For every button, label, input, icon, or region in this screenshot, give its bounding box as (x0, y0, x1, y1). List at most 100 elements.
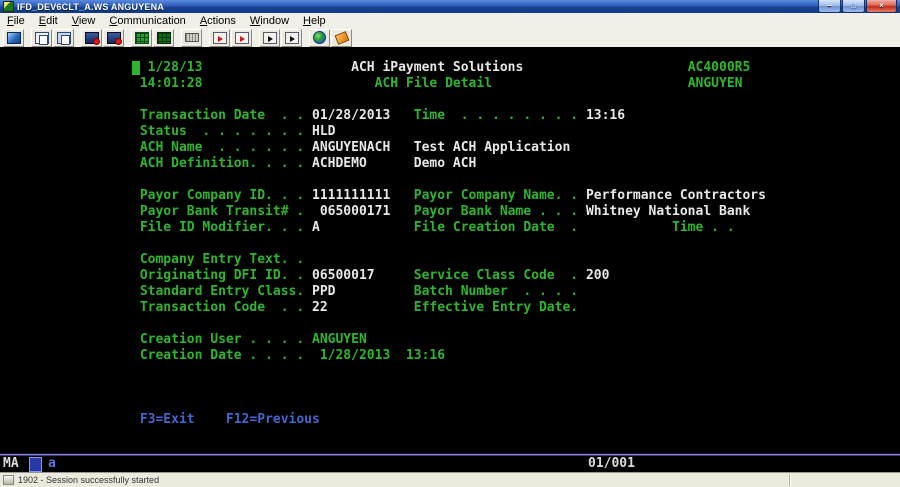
terminal-text: 22 (312, 300, 328, 316)
menu-communication[interactable]: Communication (102, 15, 192, 27)
terminal-text: Creation Date . . . . (140, 348, 304, 364)
maximize-button[interactable]: □ (842, 0, 865, 13)
window-controls: – □ × (817, 0, 897, 13)
terminal-text: Payor Bank Transit# . (140, 204, 304, 220)
terminal-row: Status . . . . . . . HLD (132, 124, 892, 140)
terminal-text: Time . . . . . . . . (414, 108, 578, 124)
menu-help[interactable]: Help (296, 15, 333, 27)
terminal-cursor (132, 61, 140, 75)
display-setup-icon (157, 32, 171, 44)
terminal-text: 1111111111 (312, 188, 390, 204)
terminal-text: F12=Previous (226, 412, 320, 428)
terminal-row: F3=Exit F12=Previous (132, 412, 892, 428)
status-message: 1902 - Session successfully started (18, 475, 159, 485)
terminal-text: Creation User . . . . (140, 332, 304, 348)
paste-button[interactable] (53, 29, 74, 47)
title-bar[interactable]: IFD_DEV6CLT_A.WS ANGUYENA – □ × (0, 0, 900, 13)
terminal-text: File ID Modifier. . . (140, 220, 304, 236)
terminal-text: F3=Exit (140, 412, 195, 428)
terminal-text: 14:01:28 (140, 76, 203, 92)
terminal-row: Transaction Code . . 22 Effective Entry Da… (132, 300, 892, 316)
terminal-text: Originating DFI ID. . (140, 268, 304, 284)
status-divider (789, 474, 790, 486)
terminal-text: Transaction Code . . (140, 300, 304, 316)
minimize-icon: – (827, 2, 831, 10)
highlighter-icon (334, 31, 349, 45)
terminal-text: HLD (312, 124, 335, 140)
terminal-text: File Creation Date . (414, 220, 578, 236)
terminal-text: AC4000R5 (688, 60, 751, 76)
terminal-text: ACH iPayment Solutions (351, 60, 523, 76)
receive-file-button[interactable] (103, 29, 124, 47)
oia-cursor-position: 01/001 (588, 456, 635, 472)
terminal-row: ACH Name . . . . . . ANGUYENACH Test ACH A… (132, 140, 892, 156)
terminal-text: Standard Entry Class. (140, 284, 304, 300)
oia-bar: MA a 01/001 (0, 456, 900, 472)
keyboard-setup-button[interactable] (181, 29, 202, 47)
globe-icon (313, 31, 326, 44)
terminal-row: Payor Bank Transit# .065000171Payor Bank… (132, 204, 892, 220)
record-macro-icon (213, 32, 227, 44)
menu-view[interactable]: View (65, 15, 103, 27)
app-icon (3, 1, 14, 12)
display-colors-icon (135, 32, 149, 44)
session-icon (7, 32, 21, 44)
stop-macro-button[interactable] (231, 29, 252, 47)
terminal-text: Whitney National Bank (586, 204, 750, 220)
close-button[interactable]: × (866, 0, 897, 13)
session-button[interactable] (3, 29, 24, 47)
display-setup-button[interactable] (153, 29, 174, 47)
terminal-text: 1/28/13 (148, 60, 203, 76)
keyboard-setup-icon (185, 33, 199, 42)
terminal-text: 06500017 (312, 268, 375, 284)
minimize-button[interactable]: – (818, 0, 841, 13)
step-macro-button[interactable] (281, 29, 302, 47)
terminal-row: 14:01:28ACH File DetailANGUYEN (132, 76, 892, 92)
terminal-text: ACH File Detail (375, 76, 492, 92)
highlighter-button[interactable] (331, 29, 352, 47)
terminal-row: ACH Definition. . . .ACHDEMODemo ACH (132, 156, 892, 172)
display-colors-button[interactable] (131, 29, 152, 47)
terminal-row: Transaction Date . .01/28/2013Time . . .… (132, 108, 892, 124)
terminal-text: Performance Contractors (586, 188, 766, 204)
terminal-text: 065000171 (320, 204, 390, 220)
toolbar (0, 28, 900, 48)
terminal-row: Creation User . . . . ANGUYEN (132, 332, 892, 348)
globe-button[interactable] (309, 29, 330, 47)
terminal-text: Test ACH Application (414, 140, 571, 156)
terminal-text: ANGUYEN (312, 332, 367, 348)
window-title: IFD_DEV6CLT_A.WS ANGUYENA (17, 2, 164, 12)
menu-file[interactable]: File (0, 15, 32, 27)
stop-macro-icon (235, 32, 249, 44)
step-macro-icon (285, 32, 299, 44)
terminal-text: ACH Name . . . . . . (140, 140, 304, 156)
play-macro-icon (263, 32, 277, 44)
copy-icon (35, 32, 49, 44)
copy-button[interactable] (31, 29, 52, 47)
record-macro-button[interactable] (209, 29, 230, 47)
menu-window[interactable]: Window (243, 15, 296, 27)
terminal-text: ACH Definition. . . . (140, 156, 304, 172)
close-icon: × (879, 2, 884, 10)
terminal-screen[interactable]: 1/28/13 ACH iPayment Solutions AC4000R5 14:… (0, 47, 900, 453)
play-macro-button[interactable] (259, 29, 280, 47)
terminal-row: Payor Company ID. . .1111111111Payor Com… (132, 188, 892, 204)
status-bar: 1902 - Session successfully started (0, 472, 900, 487)
terminal-text: A (312, 220, 320, 236)
terminal-text: Payor Company ID. . . (140, 188, 304, 204)
terminal-text: Status . . . . . . . (140, 124, 304, 140)
terminal-text: 1/28/2013 13:16 (320, 348, 445, 364)
oia-input-block (29, 457, 42, 472)
send-file-button[interactable] (81, 29, 102, 47)
send-file-icon (85, 32, 99, 44)
terminal-text: 01/28/2013 (312, 108, 390, 124)
menu-edit[interactable]: Edit (32, 15, 65, 27)
terminal-row: Standard Entry Class.PPDBatch Number . .… (132, 284, 892, 300)
terminal-text: 13:16 (586, 108, 625, 124)
terminal-text: Company Entry Text. . (140, 252, 304, 268)
terminal-row: Creation Date . . . . 1/28/2013 13:16 (132, 348, 892, 364)
terminal-text: Effective Entry Date. (414, 300, 578, 316)
terminal-text: Time . . (672, 220, 735, 236)
menu-actions[interactable]: Actions (193, 15, 243, 27)
terminal-text: ANGUYENACH (312, 140, 390, 156)
